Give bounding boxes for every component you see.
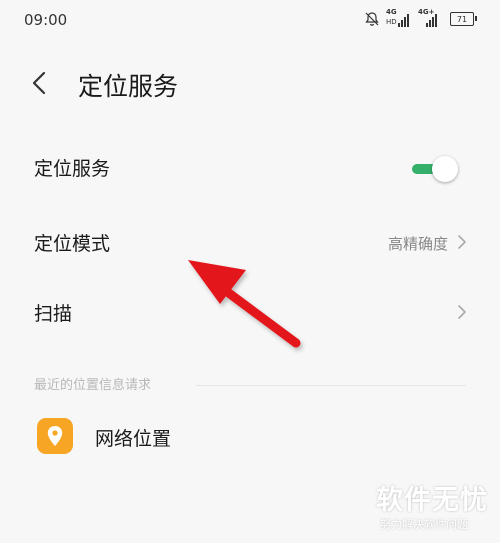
location-mode-label: 定位模式 [34,233,111,255]
location-service-toggle[interactable] [410,156,462,182]
watermark-main: 软件无忧 [376,485,488,516]
location-service-label: 定位服务 [34,158,111,180]
page-title: 定位服务 [78,72,179,101]
signal-icon [426,14,437,27]
location-mode-row[interactable]: 定位模式 高精确度 [0,213,500,273]
status-time: 09:00 [24,11,68,29]
scan-label: 扫描 [34,303,73,325]
title-bar: 定位服务 [0,58,500,110]
chevron-right-icon [458,305,466,319]
location-service-row[interactable]: 定位服务 [0,138,500,198]
list-item[interactable]: 网络位置 [0,412,500,464]
toggle-knob [432,156,458,182]
battery-icon: 71 [450,12,477,26]
hd-label: HD [386,18,397,26]
battery-level: 71 [456,14,468,24]
sim1-signal: 4G HD [386,8,412,28]
status-icons: 4G HD 4G+ 71 [364,8,477,28]
scan-row[interactable]: 扫描 [0,283,500,343]
chevron-right-icon [458,235,466,249]
sim1-network-type: 4G [386,8,397,16]
section-divider [196,385,466,386]
chevron-left-icon[interactable] [26,68,56,98]
location-mode-value: 高精确度 [387,235,448,253]
watermark: 软件无忧 努力解决软件问题 [370,478,490,538]
status-bar: 09:00 4G HD 4G+ 71 [0,0,500,40]
recent-requests-header: 最近的位置信息请求 [34,378,152,393]
mute-bell-icon [365,12,379,26]
sim2-signal: 4G+ [418,8,444,28]
app-label: 网络位置 [95,428,172,450]
watermark-sub: 努力解决软件问题 [380,518,468,531]
app-icon [37,418,73,454]
signal-icon [398,14,409,27]
location-pin-icon [47,426,63,446]
